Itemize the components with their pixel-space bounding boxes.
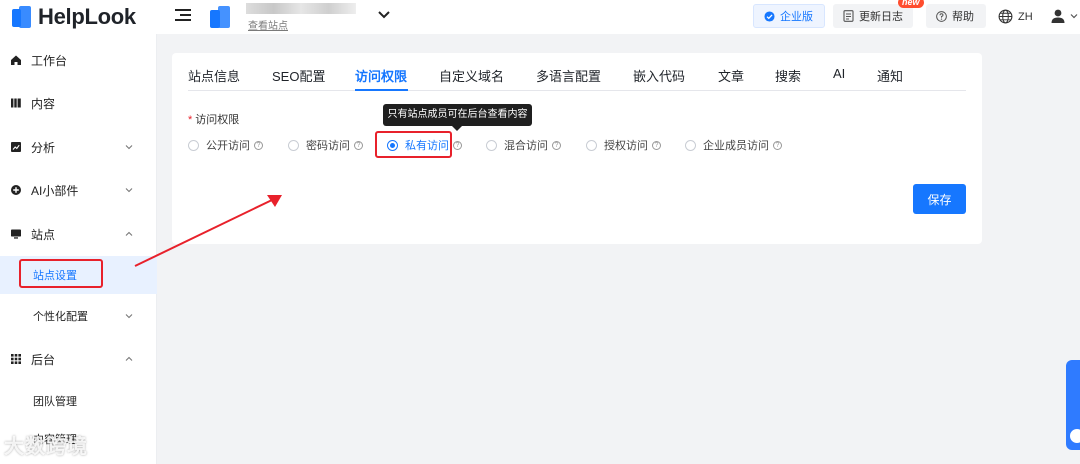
language-switcher[interactable]: ZH xyxy=(998,9,1033,24)
sidebar-item-label: 内容 xyxy=(31,96,56,111)
question-icon[interactable]: ? xyxy=(552,140,561,150)
tab-articles[interactable]: 文章 xyxy=(718,66,744,85)
highlight-box-site-settings xyxy=(19,259,103,288)
sidebar-item-analytics[interactable]: 分析 xyxy=(0,127,157,167)
radio-password-access[interactable]: 密码访问 ? xyxy=(288,137,363,153)
sidebar-item-content[interactable]: 内容 xyxy=(0,83,157,123)
chevron-down-icon xyxy=(125,145,133,150)
radio-circle xyxy=(288,139,299,151)
chevron-down-icon xyxy=(125,314,133,319)
tab-ai[interactable]: AI xyxy=(833,66,845,81)
monitor-icon xyxy=(11,229,21,239)
question-icon[interactable]: ? xyxy=(652,140,661,150)
tab-search[interactable]: 搜索 xyxy=(775,66,801,85)
watermark: 大数跨境 xyxy=(4,436,88,458)
settings-tabs: 站点信息 SEO配置 访问权限 自定义域名 多语言配置 嵌入代码 文章 搜索 A… xyxy=(188,53,966,91)
help-button[interactable]: 帮助 xyxy=(926,4,986,28)
sidebar-item-ai-widget[interactable]: AI小部件 xyxy=(0,170,157,210)
enterprise-label: 企业版 xyxy=(780,11,813,23)
app-logo[interactable]: HelpLook xyxy=(12,3,136,31)
books-icon xyxy=(11,98,21,108)
language-label: ZH xyxy=(1018,10,1033,23)
field-label-text: 访问权限 xyxy=(195,114,240,126)
tab-custom-domain[interactable]: 自定义域名 xyxy=(439,66,504,85)
menu-toggle-icon[interactable] xyxy=(175,9,191,23)
sidebar-item-label: 站点 xyxy=(31,227,56,242)
logo-icon xyxy=(12,6,32,28)
radio-label: 企业成员访问 xyxy=(703,140,769,152)
tab-site-info[interactable]: 站点信息 xyxy=(188,66,240,85)
chevron-down-icon xyxy=(125,188,133,193)
highlight-box-private-access xyxy=(375,131,452,158)
save-button[interactable]: 保存 xyxy=(913,184,966,214)
sidebar-item-label: 分析 xyxy=(31,140,56,155)
tab-access-permission[interactable]: 访问权限 xyxy=(355,66,407,85)
sidebar-item-label: 团队管理 xyxy=(33,396,77,408)
site-logo-icon xyxy=(208,4,234,30)
question-icon[interactable]: ? xyxy=(773,140,782,150)
tab-embed-code[interactable]: 嵌入代码 xyxy=(633,66,685,85)
chevron-down-icon[interactable] xyxy=(376,7,392,23)
tab-multilingual[interactable]: 多语言配置 xyxy=(536,66,601,85)
active-tab-indicator xyxy=(355,89,408,91)
site-name-redacted xyxy=(246,3,356,14)
check-circle-icon xyxy=(764,10,775,22)
radio-circle xyxy=(586,139,597,151)
floating-chat-icon[interactable] xyxy=(1068,427,1080,445)
sidebar-item-site[interactable]: 站点 xyxy=(0,214,157,254)
radio-circle xyxy=(188,139,199,151)
sidebar: 工作台 内容 分析 AI小部件 站点 站点设置 个性化配置 后台 团队管理 内容… xyxy=(0,34,157,464)
home-icon xyxy=(11,55,21,65)
private-access-tooltip: 只有站点成员可在后台查看内容 xyxy=(383,104,532,131)
question-icon[interactable]: ? xyxy=(254,140,263,150)
view-site-link[interactable]: 查看站点 xyxy=(248,17,288,32)
changelog-label: 更新日志 xyxy=(859,11,903,23)
chevron-up-icon xyxy=(125,231,133,236)
radio-label: 密码访问 xyxy=(306,140,350,152)
sidebar-item-team-management[interactable]: 团队管理 xyxy=(0,382,157,420)
user-menu[interactable] xyxy=(1050,8,1079,24)
radio-mixed-access[interactable]: 混合访问 ? xyxy=(486,137,561,153)
app-name: HelpLook xyxy=(38,4,136,29)
sidebar-item-label: 后台 xyxy=(31,352,56,367)
access-permission-label: * 访问权限 xyxy=(188,114,240,126)
sidebar-item-personalization[interactable]: 个性化配置 xyxy=(0,297,157,335)
radio-circle xyxy=(685,139,696,151)
radio-public-access[interactable]: 公开访问 ? xyxy=(188,137,263,153)
radio-enterprise-member-access[interactable]: 企业成员访问 ? xyxy=(685,137,782,153)
sidebar-item-backend[interactable]: 后台 xyxy=(0,339,157,379)
help-label: 帮助 xyxy=(952,11,974,23)
grid-icon xyxy=(11,354,21,364)
sidebar-item-label: AI小部件 xyxy=(31,183,79,198)
new-badge: new xyxy=(898,0,924,8)
enterprise-plan-button[interactable]: 企业版 xyxy=(753,4,825,28)
user-icon xyxy=(1051,9,1065,23)
radio-label: 授权访问 xyxy=(604,140,648,152)
radio-circle xyxy=(486,139,497,151)
chart-icon xyxy=(11,142,21,152)
settings-card: 站点信息 SEO配置 访问权限 自定义域名 多语言配置 嵌入代码 文章 搜索 A… xyxy=(172,53,982,244)
document-icon xyxy=(843,10,854,22)
radio-label: 混合访问 xyxy=(504,140,548,152)
sidebar-item-workbench[interactable]: 工作台 xyxy=(0,40,157,80)
tab-notifications[interactable]: 通知 xyxy=(877,66,903,85)
radio-label: 公开访问 xyxy=(206,140,250,152)
top-bar: HelpLook 查看站点 企业版 更新日志 new 帮助 ZH xyxy=(0,0,1080,34)
question-icon[interactable]: ? xyxy=(354,140,363,150)
chevron-up-icon xyxy=(125,356,133,361)
tab-seo[interactable]: SEO配置 xyxy=(272,66,325,85)
widget-icon xyxy=(11,185,21,195)
globe-icon xyxy=(998,9,1013,24)
sidebar-item-label: 个性化配置 xyxy=(33,311,88,323)
radio-authorized-access[interactable]: 授权访问 ? xyxy=(586,137,661,153)
sidebar-item-label: 工作台 xyxy=(31,53,68,68)
chevron-down-icon xyxy=(1070,14,1078,19)
help-icon xyxy=(936,10,947,22)
question-icon[interactable]: ? xyxy=(453,140,462,150)
